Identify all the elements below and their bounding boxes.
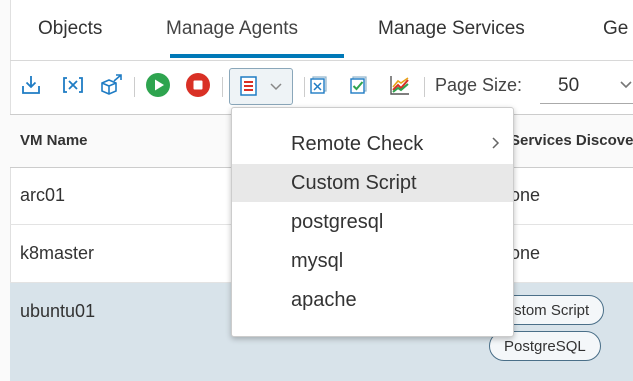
- menu-item-custom-script[interactable]: Custom Script: [232, 164, 513, 202]
- remove-agent-icon[interactable]: [60, 72, 86, 98]
- chevron-down-icon: [268, 78, 284, 99]
- menu-item-label: Remote Check: [291, 133, 424, 155]
- services-cell: one: [510, 185, 541, 205]
- column-header-services[interactable]: Services Discover: [510, 132, 633, 149]
- deploy-icon[interactable]: [98, 72, 124, 98]
- chart-icon[interactable]: [387, 72, 413, 98]
- tab-manage-agents[interactable]: Manage Agents: [166, 18, 298, 40]
- script-dropdown-menu: Remote Check Custom Script postgresql my…: [231, 107, 514, 337]
- enable-service-icon[interactable]: [346, 72, 372, 98]
- menu-item-label: postgresql: [291, 211, 384, 233]
- disable-service-icon[interactable]: [306, 72, 332, 98]
- tab-manage-services[interactable]: Manage Services: [378, 18, 525, 40]
- script-menu-button[interactable]: [229, 68, 293, 105]
- chevron-right-icon: [489, 135, 503, 156]
- toolbar: Page Size: 50: [10, 60, 633, 114]
- menu-item-label: mysql: [291, 250, 344, 272]
- menu-item-postgresql[interactable]: postgresql: [232, 203, 513, 241]
- toolbar-separator: [304, 77, 305, 97]
- active-tab-indicator: [170, 54, 344, 58]
- tab-general[interactable]: Ge: [603, 18, 628, 40]
- script-list-icon: [238, 75, 260, 102]
- tab-bar: Objects Manage Agents Manage Services Ge: [10, 0, 633, 61]
- menu-item-remote-check[interactable]: Remote Check: [232, 125, 513, 163]
- toolbar-separator: [134, 77, 135, 97]
- vm-name-cell: ubuntu01: [20, 301, 96, 321]
- services-cell: one: [510, 243, 541, 263]
- stop-icon[interactable]: [185, 72, 211, 98]
- download-agent-icon[interactable]: [18, 72, 44, 98]
- menu-item-label: Custom Script: [291, 172, 417, 194]
- column-header-vm-name[interactable]: VM Name: [20, 132, 88, 149]
- vm-name-cell: k8master: [20, 243, 95, 263]
- menu-item-apache[interactable]: apache: [232, 281, 513, 319]
- page-size-select[interactable]: 50: [540, 69, 633, 104]
- tab-objects[interactable]: Objects: [38, 18, 102, 40]
- page-size-label: Page Size:: [435, 75, 523, 95]
- menu-item-mysql[interactable]: mysql: [232, 242, 513, 280]
- chevron-down-icon: [618, 76, 633, 97]
- toolbar-separator: [222, 77, 223, 97]
- start-icon[interactable]: [145, 72, 171, 98]
- vm-name-cell: arc01: [20, 185, 66, 205]
- page-size-value: 50: [558, 75, 580, 96]
- toolbar-separator: [424, 77, 425, 97]
- menu-item-label: apache: [291, 289, 357, 311]
